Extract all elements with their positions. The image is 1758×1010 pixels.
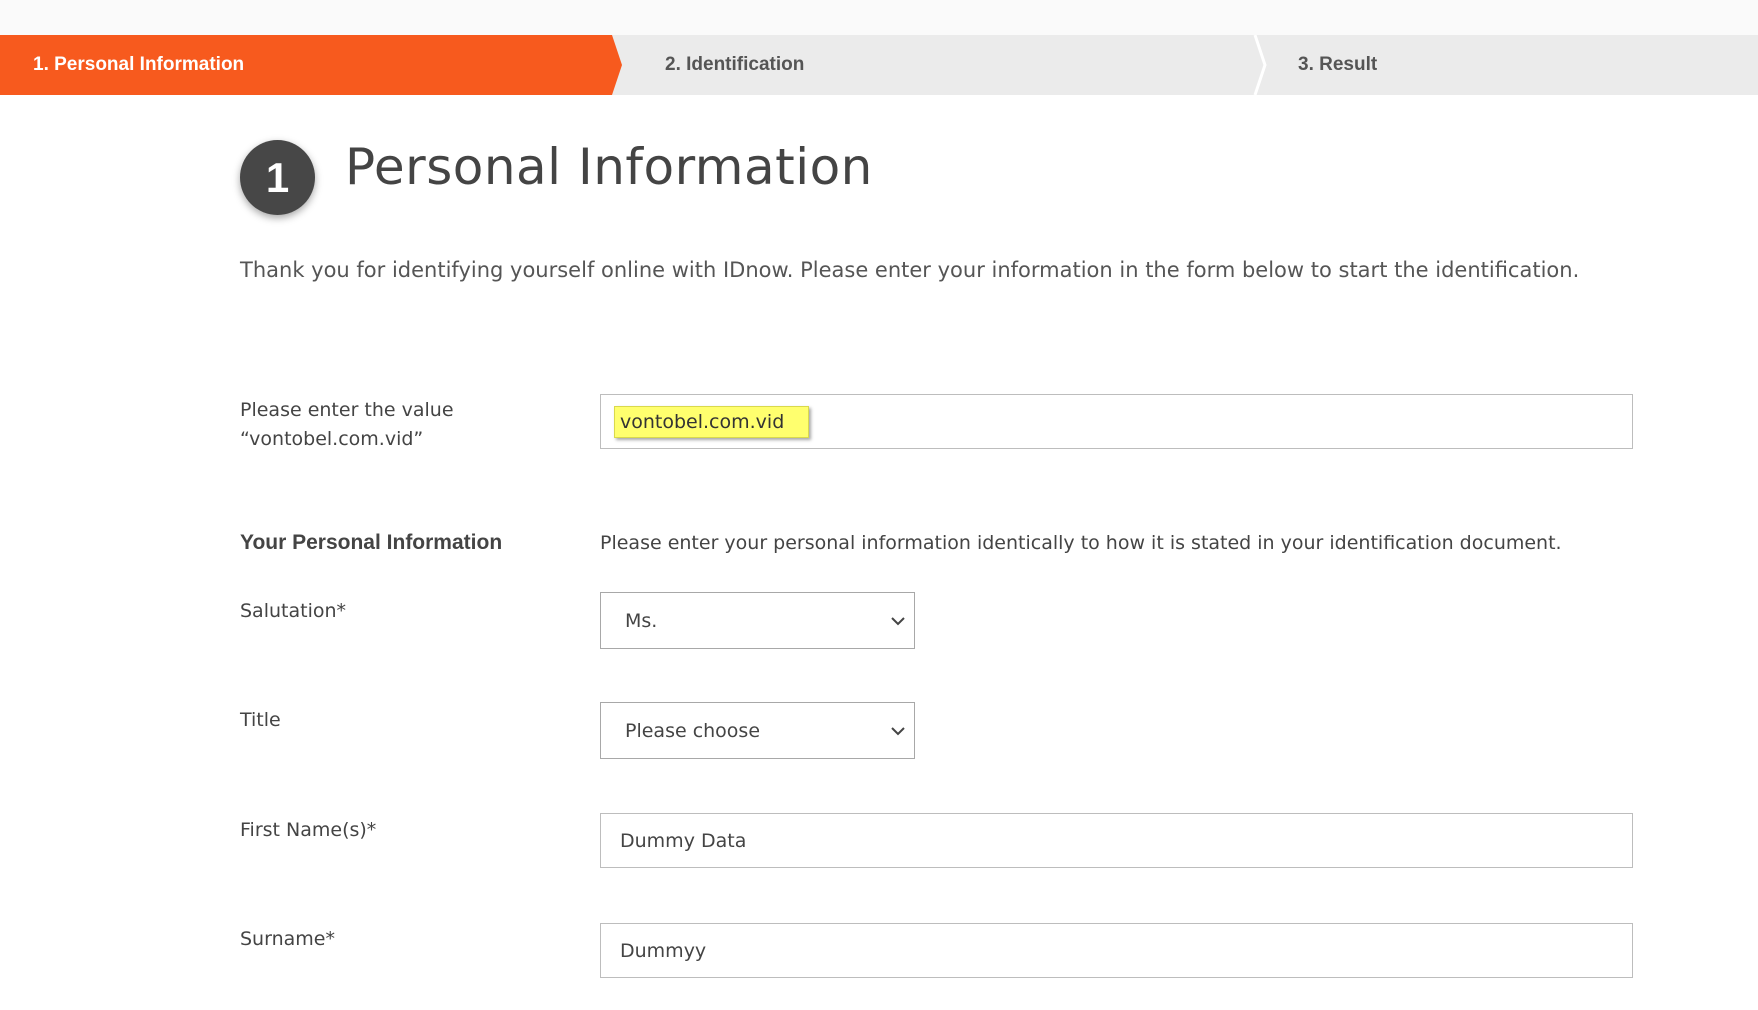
page-title: Personal Information <box>345 138 873 196</box>
intro-text: Thank you for identifying yourself onlin… <box>240 258 1580 282</box>
title-label: Title <box>240 709 281 731</box>
top-band <box>0 0 1758 35</box>
value-check-label: Please enter the value “vontobel.com.vid… <box>240 396 454 454</box>
value-check-label-line1: Please enter the value <box>240 399 454 421</box>
title-selected-value: Please choose <box>625 719 761 742</box>
step-label: 1. Personal Information <box>33 54 245 75</box>
surname-input[interactable]: Dummyy <box>600 923 1633 978</box>
salutation-select[interactable]: Ms. <box>600 592 915 649</box>
step-separator <box>1253 35 1267 95</box>
first-name-label: First Name(s)* <box>240 819 377 841</box>
step-number-badge: 1 <box>240 140 315 215</box>
step-label: 3. Result <box>1298 54 1378 75</box>
chevron-down-icon <box>891 726 905 735</box>
section-hint: Please enter your personal information i… <box>600 532 1562 554</box>
first-name-input[interactable]: Dummy Data <box>600 813 1633 868</box>
title-select[interactable]: Please choose <box>600 702 915 759</box>
value-check-label-line2: “vontobel.com.vid” <box>240 428 424 450</box>
chevron-down-icon <box>891 616 905 625</box>
first-name-value: Dummy Data <box>620 829 747 852</box>
salutation-selected-value: Ms. <box>625 609 658 632</box>
surname-label: Surname* <box>240 928 335 950</box>
step-personal-information[interactable]: 1. Personal Information <box>0 35 622 95</box>
step-result[interactable]: 3. Result <box>1298 35 1377 95</box>
step-label: 2. Identification <box>665 54 805 75</box>
step-identification[interactable]: 2. Identification <box>665 35 804 95</box>
progress-stepper: 1. Personal Information 2. Identificatio… <box>0 35 1758 95</box>
value-check-highlighted-value: vontobel.com.vid <box>614 406 810 438</box>
salutation-label: Salutation* <box>240 600 347 622</box>
surname-value: Dummyy <box>620 939 707 962</box>
section-title: Your Personal Information <box>240 531 503 554</box>
